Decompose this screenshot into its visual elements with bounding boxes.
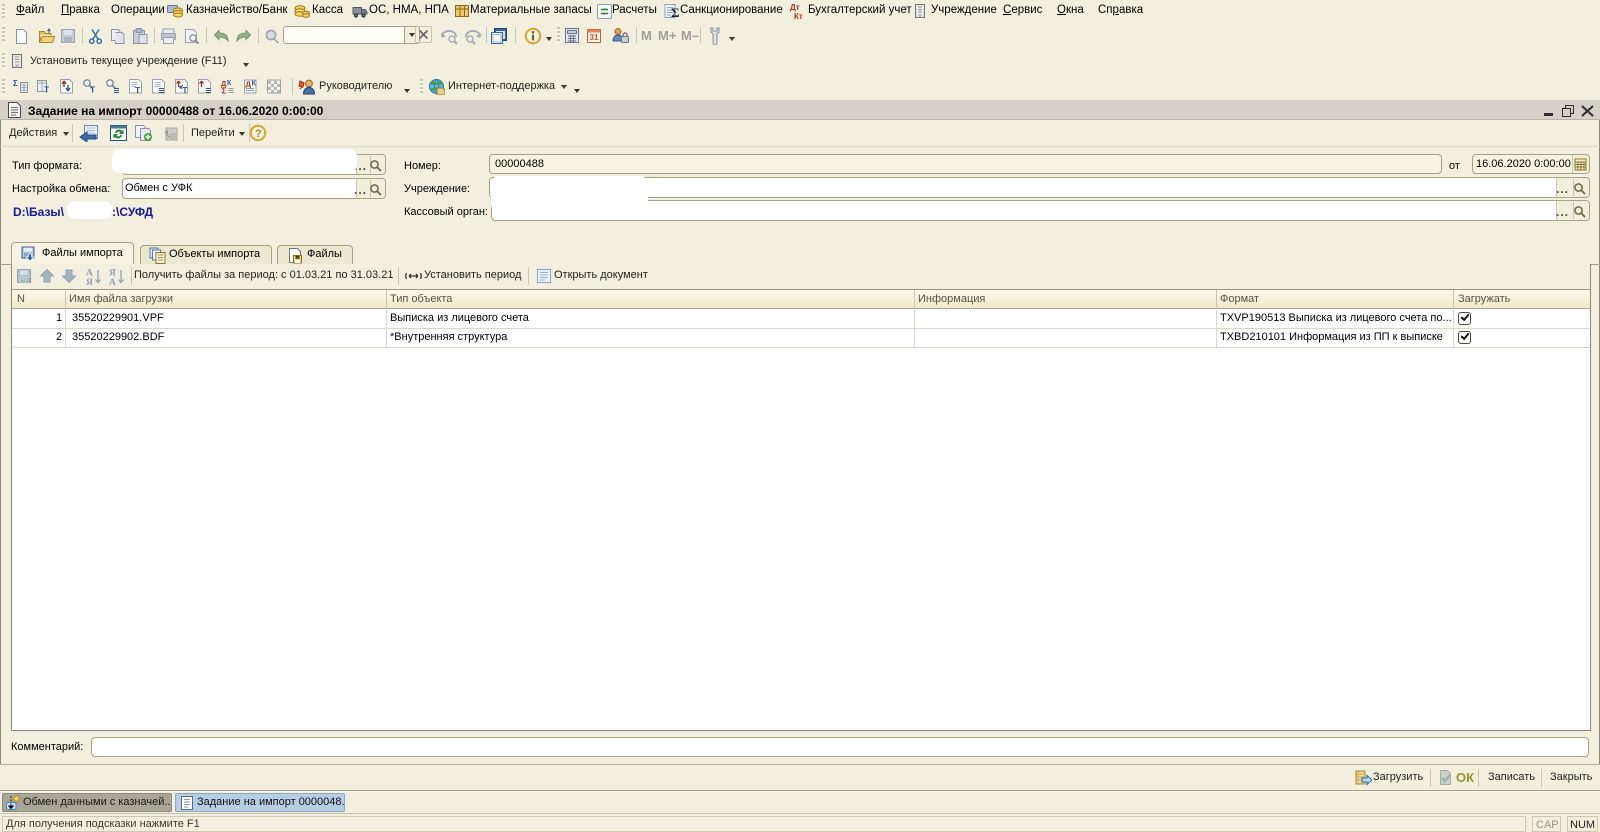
svg-text:А: А [109, 278, 116, 286]
svg-text:T: T [90, 85, 96, 95]
svg-text:Я: Я [86, 278, 93, 286]
svg-text:Дт: Дт [790, 3, 800, 12]
svg-text:T: T [135, 85, 141, 95]
svg-text:Σ: Σ [222, 87, 227, 96]
svg-text:T: T [44, 85, 50, 95]
svg-text:T: T [183, 86, 188, 95]
svg-text:?: ? [255, 128, 262, 140]
svg-text:Σ: Σ [13, 79, 18, 88]
svg-text:Σ: Σ [671, 5, 680, 19]
svg-text:К: К [252, 81, 257, 88]
svg-text:К: К [227, 80, 232, 87]
svg-text:А: А [86, 269, 93, 279]
svg-text:ЕОК: ЕОК [21, 278, 33, 284]
svg-text:31: 31 [590, 33, 599, 42]
svg-text:Я: Я [109, 269, 116, 279]
svg-text:Кт: Кт [794, 12, 803, 20]
